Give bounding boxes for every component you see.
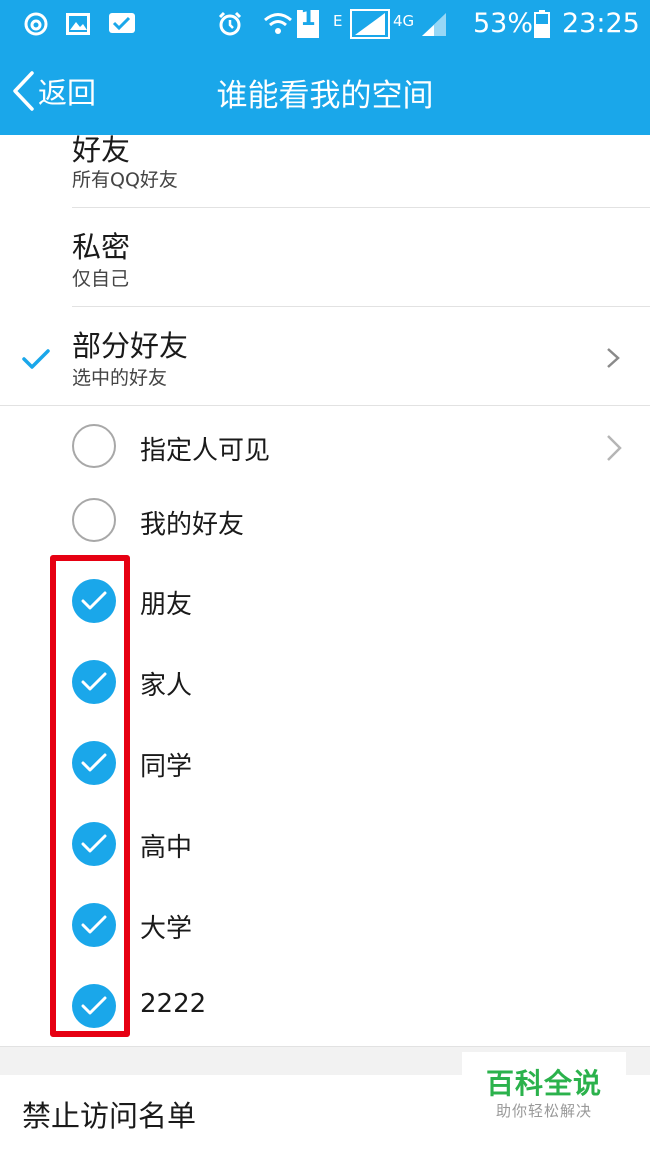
sub-option-label: 我的好友	[140, 510, 245, 540]
option-partial-friends[interactable]: 部分好友 选中的好友	[0, 307, 650, 405]
netease-music-icon	[22, 9, 50, 39]
status-bar: 1 E 4G 53% 23:25	[0, 0, 650, 48]
battery-percent: 53%	[473, 8, 534, 39]
option-subtitle: 选中的好友	[72, 367, 168, 389]
sub-option-my-friends[interactable]: 我的好友	[0, 488, 650, 558]
group-label: 朋友	[140, 590, 193, 620]
group-label: 2222	[140, 989, 207, 1019]
option-title: 好友	[72, 133, 131, 167]
watermark-main-text: 百科全说	[485, 1067, 602, 1100]
selected-check-icon	[22, 349, 50, 369]
option-friends[interactable]: 好友 所有QQ好友	[0, 133, 650, 207]
wifi-icon	[263, 9, 293, 39]
task-check-icon	[107, 9, 137, 39]
blacklist-label: 禁止访问名单	[22, 1099, 197, 1133]
option-subtitle: 仅自己	[72, 268, 130, 290]
group-label: 大学	[140, 914, 193, 944]
option-title: 部分好友	[72, 329, 189, 363]
watermark: 百科全说 助你轻松解决	[462, 1052, 626, 1130]
network-e-label: E	[333, 12, 343, 30]
group-label: 家人	[140, 671, 193, 701]
group-label: 同学	[140, 752, 193, 782]
signal-4g-icon	[420, 9, 448, 39]
battery-icon	[533, 9, 551, 39]
radio-button[interactable]	[72, 498, 116, 542]
page-title: 谁能看我的空间	[216, 78, 434, 114]
watermark-sub-text: 助你轻松解决	[495, 1102, 592, 1120]
nav-bar: 返回 谁能看我的空间	[0, 48, 650, 135]
highlight-box	[50, 555, 130, 1037]
group-label: 高中	[140, 833, 193, 863]
chevron-right-icon	[607, 348, 620, 368]
option-title: 私密	[72, 230, 131, 264]
sim-label: 1	[300, 6, 316, 31]
signal-icon	[350, 9, 390, 39]
chevron-right-icon	[607, 435, 622, 461]
option-subtitle: 所有QQ好友	[72, 169, 178, 191]
radio-button[interactable]	[72, 424, 116, 468]
gallery-icon	[65, 9, 91, 39]
status-time: 23:25	[562, 8, 640, 39]
network-4g-label: 4G	[393, 12, 415, 30]
sub-option-label: 指定人可见	[140, 436, 271, 466]
sim-icon: 1	[297, 6, 319, 39]
option-private[interactable]: 私密 仅自己	[0, 208, 650, 306]
alarm-icon	[216, 9, 244, 39]
sub-option-specified-visible[interactable]: 指定人可见	[0, 406, 650, 488]
